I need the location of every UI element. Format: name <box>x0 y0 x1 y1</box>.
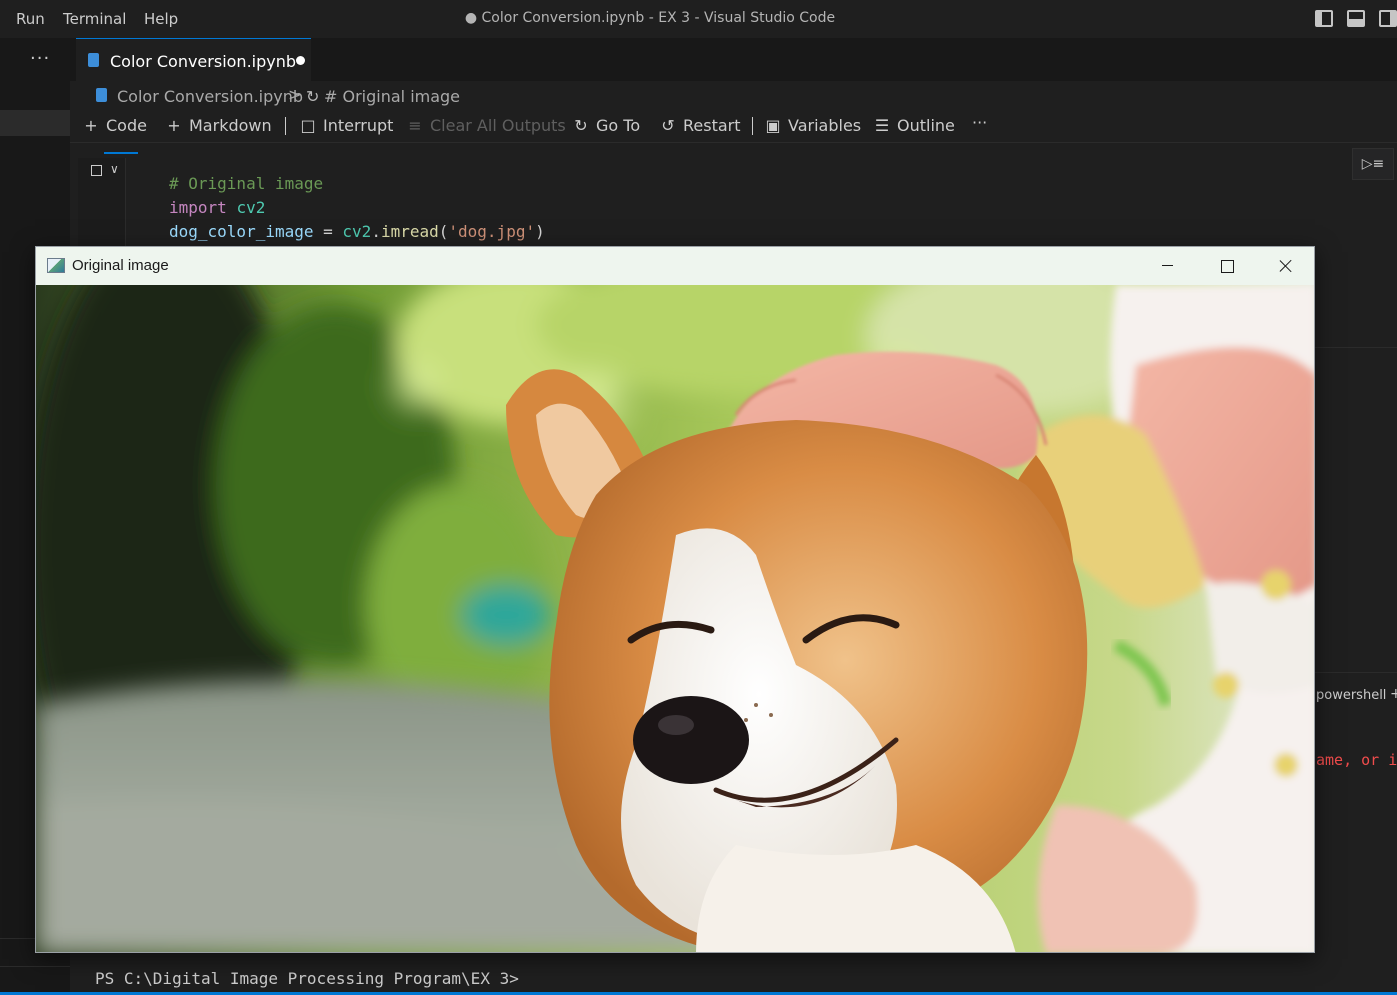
code-token: ( <box>438 222 449 241</box>
toggle-secondary-sidebar-icon[interactable] <box>1379 10 1397 27</box>
plus-icon: + <box>167 116 181 135</box>
code-token: 'dog.jpg' <box>448 222 536 241</box>
title-bar: Run Terminal Help ● Color Conversion.ipy… <box>0 0 1397 38</box>
code-token: ) <box>535 222 545 241</box>
variables-label: Variables <box>788 116 862 135</box>
maximize-icon[interactable] <box>1207 251 1247 281</box>
editor-tab-bar: Color Conversion.ipynb <box>70 38 1397 81</box>
outline-icon: ☰ <box>874 116 890 135</box>
clear-all-icon: ≡ <box>408 116 422 135</box>
chevron-down-icon[interactable]: ∨ <box>110 162 119 176</box>
terminal-tab-powershell[interactable]: powershell <box>1316 688 1386 703</box>
toggle-panel-icon[interactable] <box>1347 10 1365 27</box>
cell-gutter <box>78 158 126 248</box>
restart-icon: ↺ <box>661 116 675 135</box>
notebook-toolbar: + Code + Markdown □ Interrupt ≡ Clear All Ou… <box>70 109 1397 143</box>
image-window-title: Original image <box>72 257 169 274</box>
terminal-prompt[interactable]: PS C:\Digital Image Processing Program\E… <box>95 969 519 988</box>
unsaved-dot-icon[interactable] <box>296 56 305 65</box>
add-markdown-cell-button[interactable]: + Markdown <box>165 116 272 135</box>
cell-select-checkbox[interactable] <box>91 165 102 176</box>
code-token: import <box>169 198 227 217</box>
go-to-icon: ↻ <box>574 116 588 135</box>
window-title: ● Color Conversion.ipynb - EX 3 - Visual… <box>464 10 836 26</box>
breadcrumb-separator: > <box>288 85 302 104</box>
cell-focus-indicator <box>104 152 138 154</box>
divider <box>0 966 70 967</box>
outline-button[interactable]: ☰ Outline <box>873 116 955 135</box>
breadcrumb-file[interactable]: Color Conversion.ipynb <box>117 87 303 106</box>
new-terminal-icon[interactable]: + <box>1390 686 1397 702</box>
app-window-icon <box>47 258 65 273</box>
toggle-primary-sidebar-icon[interactable] <box>1315 10 1333 27</box>
toolbar-separator <box>285 117 286 135</box>
tab-color-conversion[interactable]: Color Conversion.ipynb <box>76 38 311 81</box>
notebook-file-icon <box>96 88 107 102</box>
code-token: cv2 <box>342 222 372 241</box>
image-window[interactable]: Original image <box>35 246 1315 953</box>
code-token: dog_color_image <box>169 222 314 241</box>
cell-outline-icon[interactable]: ▷≡ <box>1352 148 1394 180</box>
tab-label: Color Conversion.ipynb <box>110 52 297 71</box>
restart-label: Restart <box>683 116 741 135</box>
clear-all-outputs-button[interactable]: ≡ Clear All Outputs <box>406 116 566 135</box>
outline-label: Outline <box>897 116 955 135</box>
more-actions-icon[interactable]: ··· <box>972 113 987 132</box>
go-to-label: Go To <box>596 116 641 135</box>
breadcrumb: Color Conversion.ipynb > ↻ # Original im… <box>70 81 1397 109</box>
dog-photo <box>36 285 1314 952</box>
close-icon[interactable] <box>1266 251 1306 281</box>
add-code-cell-button[interactable]: + Code <box>82 116 147 135</box>
breadcrumb-section[interactable]: # Original image <box>324 87 460 106</box>
code-line[interactable]: import cv2 <box>169 196 265 220</box>
variables-button[interactable]: ▣ Variables <box>764 116 861 135</box>
plus-icon: + <box>84 116 98 135</box>
notebook-file-icon <box>88 53 99 67</box>
code-line[interactable]: dog_color_image = cv2.imread('dog.jpg') <box>169 220 545 244</box>
go-to-button[interactable]: ↻ Go To <box>572 116 640 135</box>
breadcrumb-section-icon: ↻ <box>306 87 320 106</box>
toolbar-separator <box>752 117 753 135</box>
clear-all-outputs-label: Clear All Outputs <box>430 116 566 135</box>
code-token: # Original image <box>169 174 324 193</box>
more-views-icon[interactable]: ··· <box>30 48 50 69</box>
terminal-error-text: ame, or if <box>1316 751 1397 769</box>
add-markdown-label: Markdown <box>189 116 272 135</box>
code-token: imread <box>380 222 439 241</box>
variables-icon: ▣ <box>765 116 781 135</box>
stop-icon: □ <box>300 116 316 135</box>
code-token: cv2 <box>236 198 266 217</box>
code-token: = <box>313 222 343 241</box>
restart-button[interactable]: ↺ Restart <box>659 116 741 135</box>
add-code-label: Code <box>106 116 147 135</box>
interrupt-button[interactable]: □ Interrupt <box>299 116 393 135</box>
activity-selected-item[interactable] <box>0 110 70 136</box>
code-line[interactable]: # Original image <box>169 172 323 196</box>
minimize-icon[interactable] <box>1148 251 1188 281</box>
panel-border <box>1315 672 1397 673</box>
image-window-titlebar[interactable]: Original image <box>36 247 1314 285</box>
interrupt-label: Interrupt <box>323 116 394 135</box>
code-token: . <box>371 222 381 241</box>
